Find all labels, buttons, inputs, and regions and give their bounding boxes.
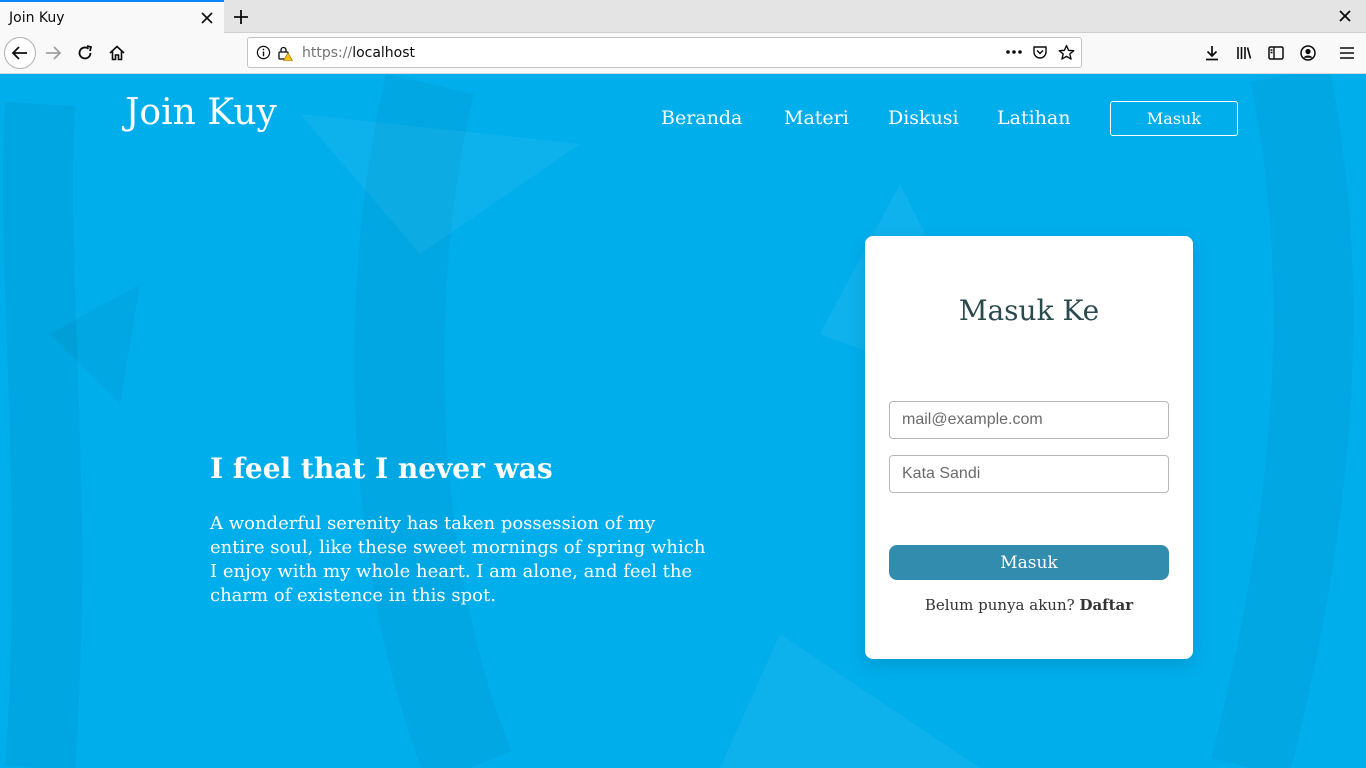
account-icon[interactable] <box>1292 37 1324 69</box>
login-card-title: Masuk Ke <box>958 294 1100 327</box>
plus-icon[interactable] <box>228 4 254 30</box>
window-close-icon[interactable] <box>1334 5 1356 27</box>
browser-tab-bar: Join Kuy <box>0 0 1366 33</box>
nav-link-latihan[interactable]: Latihan <box>997 107 1070 129</box>
url-host: localhost <box>352 44 416 61</box>
password-field[interactable] <box>889 455 1169 493</box>
library-icon[interactable] <box>1228 37 1260 69</box>
star-icon[interactable] <box>1055 41 1077 63</box>
download-icon[interactable] <box>1196 37 1228 69</box>
nav-link-materi[interactable]: Materi <box>784 107 849 129</box>
more-icon[interactable] <box>1003 41 1025 63</box>
browser-tab[interactable]: Join Kuy <box>0 0 224 33</box>
site-logo[interactable]: Join Kuy <box>125 92 277 133</box>
lock-warning-icon[interactable] <box>274 42 296 64</box>
pocket-icon[interactable] <box>1029 41 1051 63</box>
url-text[interactable]: https://localhost <box>302 45 415 61</box>
browser-toolbar: https://localhost <box>0 33 1366 74</box>
back-arrow-icon[interactable] <box>4 37 36 69</box>
reload-icon[interactable] <box>69 37 101 69</box>
info-icon[interactable] <box>252 42 274 64</box>
tab-title: Join Kuy <box>9 9 65 26</box>
page-content: Join Kuy Beranda Materi Diskusi Latihan … <box>0 74 1366 768</box>
sidebar-icon[interactable] <box>1260 37 1292 69</box>
close-icon[interactable] <box>195 6 219 30</box>
hero-title: I feel that I never was <box>210 452 553 485</box>
nav-link-diskusi[interactable]: Diskusi <box>888 107 959 129</box>
hero-text: A wonderful serenity has taken possessio… <box>210 513 706 606</box>
signup-prompt: Belum punya akun? Daftar <box>865 596 1193 614</box>
nav-login-button[interactable]: Masuk <box>1110 101 1238 136</box>
forward-arrow-icon[interactable] <box>37 37 69 69</box>
menu-icon[interactable] <box>1331 37 1363 69</box>
url-scheme: https:// <box>302 44 353 61</box>
login-submit-button[interactable]: Masuk <box>889 545 1169 580</box>
url-bar[interactable]: https://localhost <box>247 37 1082 68</box>
signup-link[interactable]: Daftar <box>1079 596 1133 614</box>
signup-prompt-text: Belum punya akun? <box>924 596 1075 614</box>
email-field[interactable] <box>889 401 1169 439</box>
home-icon[interactable] <box>101 37 133 69</box>
nav-link-beranda[interactable]: Beranda <box>661 107 742 129</box>
login-card: Masuk Ke Masuk Belum punya akun? Daftar <box>865 236 1193 659</box>
